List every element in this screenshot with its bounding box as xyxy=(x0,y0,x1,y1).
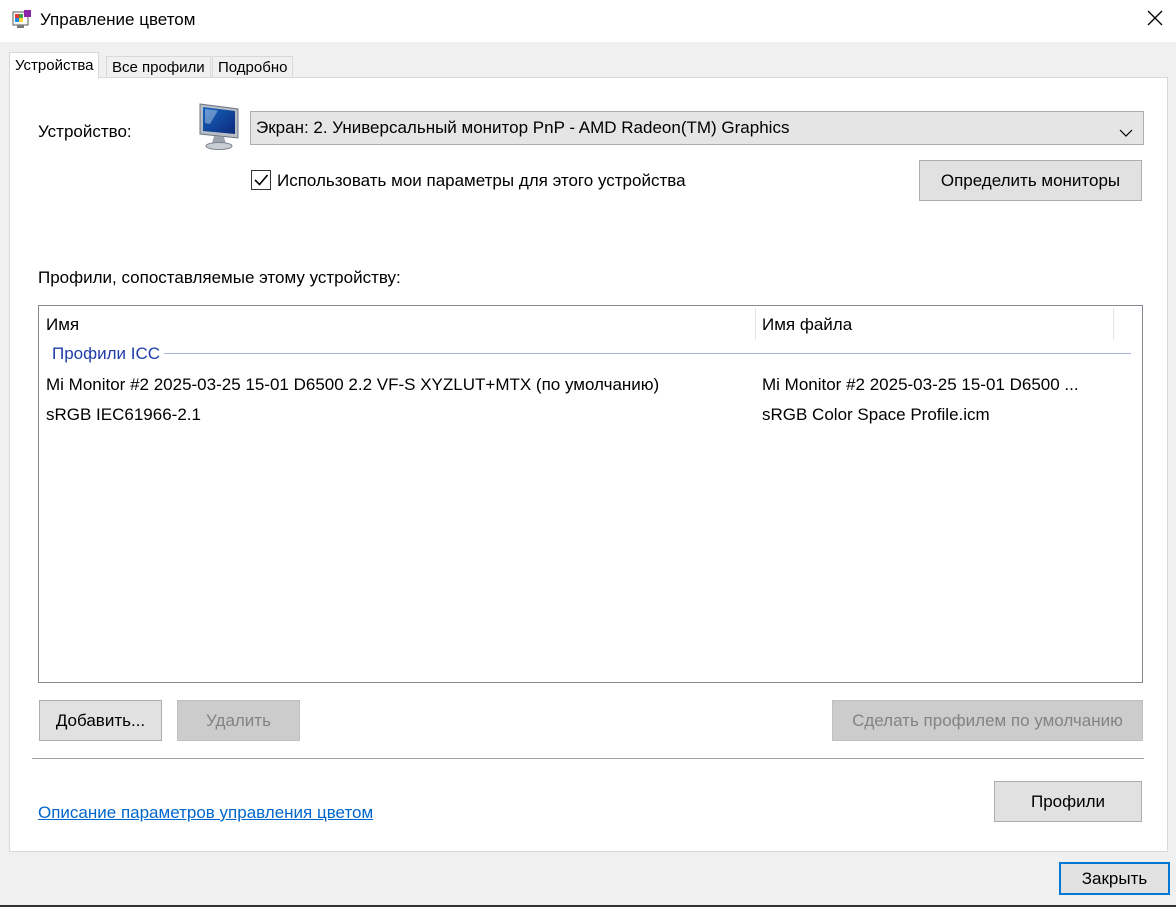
divider xyxy=(32,758,1144,759)
list-item[interactable]: sRGB IEC61966-2.1 sRGB Color Space Profi… xyxy=(39,401,1139,429)
color-settings-help-link[interactable]: Описание параметров управления цветом xyxy=(38,803,373,823)
color-management-icon xyxy=(12,9,32,31)
tab-all-profiles[interactable]: Все профили xyxy=(106,56,211,78)
window-close-button[interactable] xyxy=(1138,4,1172,36)
profiles-label: Профили, сопоставляемые этому устройству… xyxy=(38,268,401,287)
use-my-settings-checkbox[interactable] xyxy=(251,170,271,190)
set-default-profile-button[interactable]: Сделать профилем по умолчанию xyxy=(832,700,1143,741)
close-icon xyxy=(1146,9,1164,32)
profile-file: Mi Monitor #2 2025-03-25 15-01 D6500 ... xyxy=(762,375,1079,394)
identify-monitors-button[interactable]: Определить мониторы xyxy=(919,160,1142,201)
device-label: Устройство: xyxy=(38,122,132,141)
column-divider[interactable] xyxy=(755,308,756,340)
tab-devices[interactable]: Устройства xyxy=(9,52,100,79)
device-select-value: Экран: 2. Универсальный монитор PnP - AM… xyxy=(256,118,790,137)
window-title: Управление цветом xyxy=(40,10,196,29)
close-button[interactable]: Закрыть xyxy=(1059,862,1170,895)
profile-name: sRGB IEC61966-2.1 xyxy=(46,405,201,424)
tab-advanced[interactable]: Подробно xyxy=(212,56,294,78)
profile-name: Mi Monitor #2 2025-03-25 15-01 D6500 2.2… xyxy=(46,375,660,394)
column-divider[interactable] xyxy=(1113,308,1114,340)
profiles-button[interactable]: Профили xyxy=(994,781,1142,822)
use-my-settings-label[interactable]: Использовать мои параметры для этого уст… xyxy=(277,171,686,191)
title-bar: Управление цветом xyxy=(0,0,1176,42)
column-header-name[interactable]: Имя xyxy=(46,315,79,335)
add-profile-button[interactable]: Добавить... xyxy=(39,700,162,741)
list-item[interactable]: Mi Monitor #2 2025-03-25 15-01 D6500 2.2… xyxy=(39,371,1139,399)
checkmark-icon xyxy=(252,174,270,193)
device-select[interactable]: Экран: 2. Универсальный монитор PnP - AM… xyxy=(250,111,1144,145)
remove-profile-button[interactable]: Удалить xyxy=(177,700,300,741)
profile-file: sRGB Color Space Profile.icm xyxy=(762,405,990,424)
group-divider xyxy=(164,353,1131,354)
profiles-list[interactable]: Имя Имя файла Профили ICC Mi Monitor #2 … xyxy=(38,305,1143,683)
column-header-file[interactable]: Имя файла xyxy=(762,315,852,335)
group-header-icc: Профили ICC xyxy=(52,344,161,363)
monitor-icon xyxy=(196,100,242,152)
chevron-down-icon xyxy=(1119,123,1133,137)
